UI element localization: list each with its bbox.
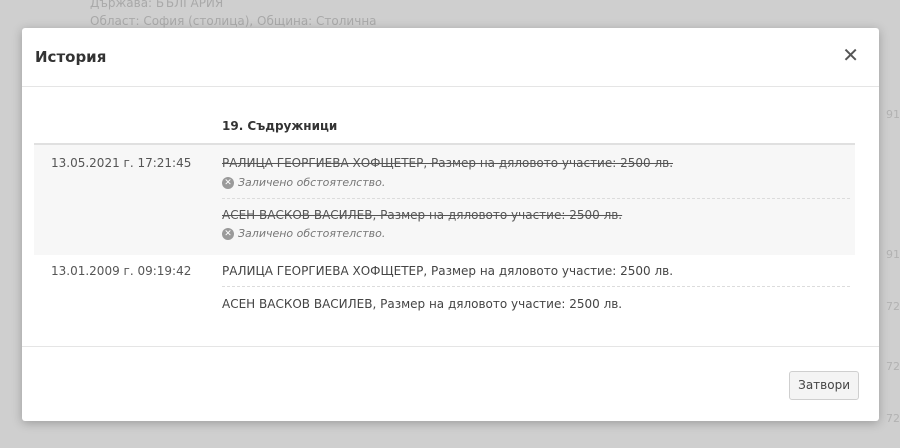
history-entry: РАЛИЦА ГЕОРГИЕВА ХОФЩЕТЕР, Размер на дял…	[222, 264, 674, 278]
close-button[interactable]: Затвори	[789, 371, 859, 400]
section-title: 19. Съдружници	[222, 119, 338, 133]
background-country: Държава: БЪЛГАРИЯ	[90, 0, 224, 10]
modal-header: История ✕	[22, 28, 879, 87]
modal-footer: Затвори	[22, 346, 879, 421]
deleted-note: ✕ Заличено обстоятелство.	[222, 227, 385, 240]
remove-circle-icon: ✕	[222, 227, 234, 240]
history-modal: История ✕ 19. Съдружници 13.05.2021 г. 1…	[22, 28, 879, 421]
entry-divider	[222, 198, 850, 199]
deleted-note-text: Заличено обстоятелство.	[238, 176, 386, 189]
deleted-note-text: Заличено обстоятелство.	[238, 227, 386, 240]
background-region: Област: София (столица), Община: Столичн…	[90, 14, 377, 28]
background-edge-text: 91	[886, 248, 900, 261]
history-entry: АСЕН ВАСКОВ ВАСИЛЕВ, Размер на дяловото …	[222, 297, 623, 311]
history-entry: РАЛИЦА ГЕОРГИЕВА ХОФЩЕТЕР, Размер на дял…	[222, 156, 674, 170]
background-edge-text: 72	[886, 412, 900, 425]
deleted-note: ✕ Заличено обстоятелство.	[222, 176, 385, 189]
history-timestamp: 13.01.2009 г. 09:19:42	[51, 264, 192, 278]
remove-circle-icon: ✕	[222, 176, 234, 189]
history-row: 13.05.2021 г. 17:21:45 РАЛИЦА ГЕОРГИЕВА …	[34, 145, 855, 255]
history-entry: АСЕН ВАСКОВ ВАСИЛЕВ, Размер на дяловото …	[222, 208, 623, 222]
background-edge-text: 91	[886, 108, 900, 121]
background-edge-text: 72	[886, 360, 900, 373]
entry-divider	[222, 286, 850, 287]
background-edge-text: 72	[886, 300, 900, 313]
close-icon[interactable]: ✕	[842, 45, 859, 65]
modal-title: История	[35, 48, 107, 66]
history-timestamp: 13.05.2021 г. 17:21:45	[51, 156, 192, 170]
